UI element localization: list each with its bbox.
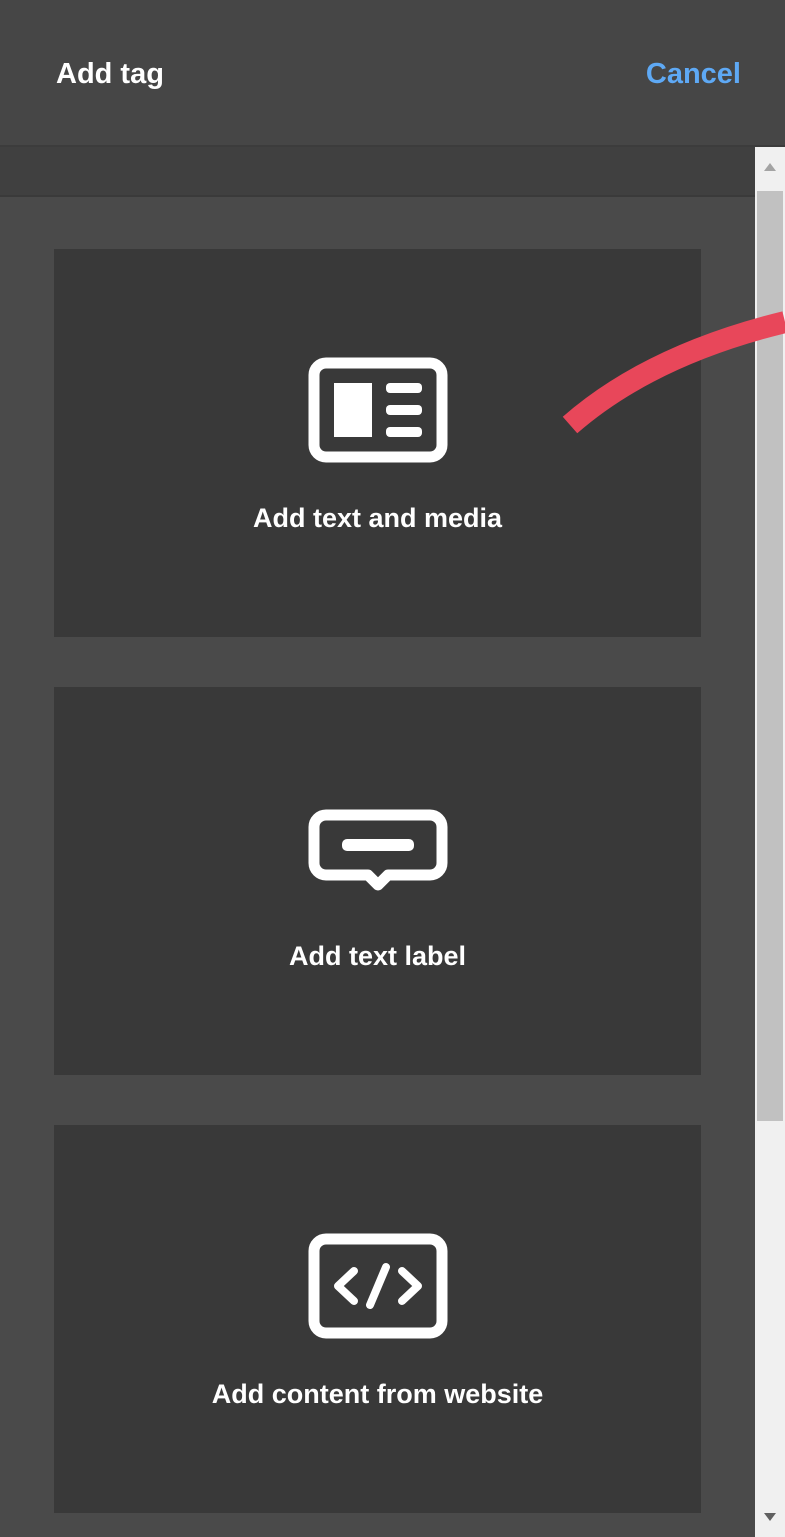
option-label: Add content from website <box>211 1379 544 1409</box>
vertical-scrollbar[interactable] <box>755 147 785 1537</box>
option-label: Add text and media <box>252 503 503 533</box>
text-media-icon <box>308 357 448 468</box>
panel-title: Add tag <box>56 58 164 90</box>
add-text-and-media-option[interactable]: Add text and media <box>54 249 701 637</box>
text-label-icon <box>308 809 448 904</box>
scroll-down-arrow-icon[interactable] <box>755 1497 785 1537</box>
options-list: Add text and media Add text label Add co… <box>0 147 755 1537</box>
add-content-from-website-option[interactable]: Add content from website <box>54 1125 701 1513</box>
panel-header: Add tag Cancel <box>0 0 785 147</box>
list-top-bar <box>0 147 755 197</box>
scrollbar-thumb[interactable] <box>757 191 783 1121</box>
scroll-up-arrow-icon[interactable] <box>755 147 785 187</box>
code-icon <box>308 1233 448 1344</box>
add-tag-panel: Add tag Cancel Add text and media Add te… <box>0 0 785 1537</box>
option-label: Add text label <box>288 941 467 971</box>
add-text-label-option[interactable]: Add text label <box>54 687 701 1075</box>
cancel-button[interactable]: Cancel <box>646 56 741 92</box>
